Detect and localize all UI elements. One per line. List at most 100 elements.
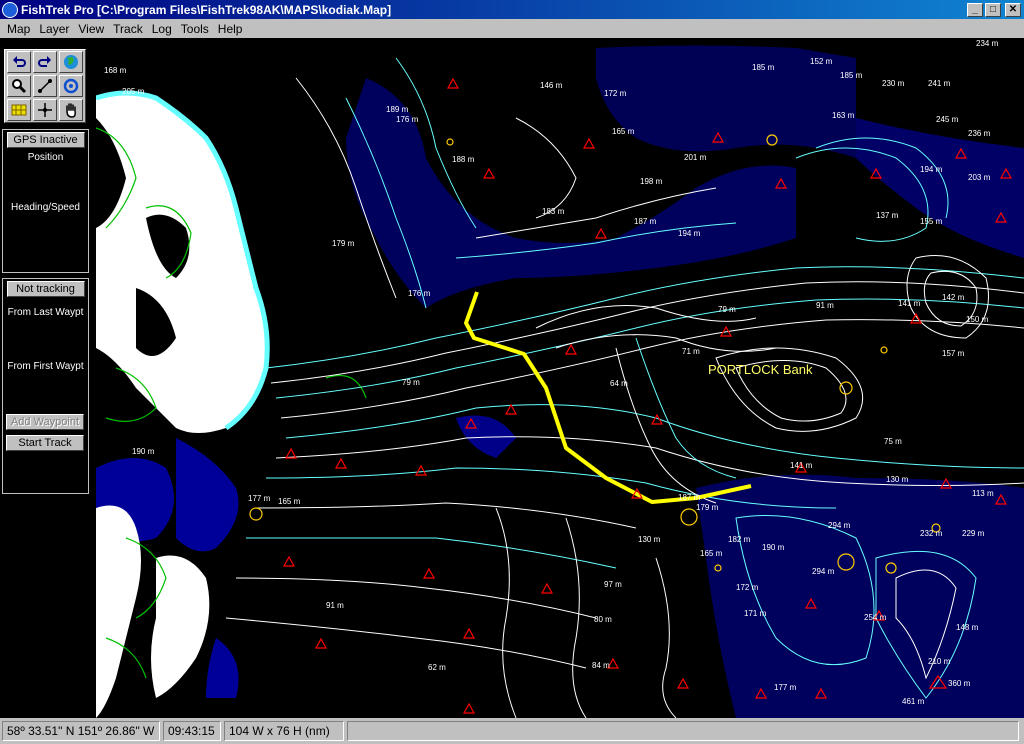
depth-label: 176 m	[396, 115, 419, 124]
depth-label: 189 m	[386, 105, 409, 114]
depth-label: 130 m	[638, 535, 661, 544]
add-waypoint-button[interactable]: Add Waypoint	[6, 414, 84, 430]
depth-label: 146 m	[540, 81, 563, 90]
gps-status-button[interactable]: GPS Inactive	[6, 132, 85, 148]
window-title: FishTrek Pro [C:\Program Files\FishTrek9…	[21, 2, 392, 17]
depth-label: 187 m	[678, 493, 701, 502]
depth-label: 172 m	[604, 89, 627, 98]
bathymetry-map[interactable]: 168 m 205 m 189 m 176 m 146 m 172 m 185 …	[96, 38, 1024, 718]
depth-label: 194 m	[678, 229, 701, 238]
measure-tool[interactable]	[33, 75, 57, 97]
depth-label: 177 m	[248, 494, 271, 503]
depth-label: 91 m	[816, 301, 834, 310]
depth-label: 187 m	[634, 217, 657, 226]
menu-track[interactable]: Track	[110, 22, 149, 36]
globe-tool[interactable]	[59, 51, 83, 73]
app-icon[interactable]	[2, 1, 18, 18]
track-line[interactable]	[464, 291, 752, 504]
depth-label: 198 m	[640, 177, 663, 186]
menu-help[interactable]: Help	[215, 22, 249, 36]
title-bar: FishTrek Pro [C:\Program Files\FishTrek9…	[0, 0, 1024, 19]
depth-label: 210 m	[928, 657, 951, 666]
depth-label: 201 m	[684, 153, 707, 162]
depth-label: 152 m	[810, 57, 833, 66]
depth-label: 91 m	[326, 601, 344, 610]
crosshair-icon	[38, 103, 52, 117]
depth-label: 230 m	[882, 79, 905, 88]
depth-label: 141 m	[790, 461, 813, 470]
measure-icon	[38, 79, 52, 93]
depth-label: 142 m	[942, 293, 965, 302]
depth-label: 461 m	[902, 697, 925, 706]
menu-view[interactable]: View	[75, 22, 110, 36]
extent-readout: 104 W x 76 H (nm)	[224, 721, 344, 741]
pan-tool[interactable]	[59, 99, 83, 121]
depth-label: 148 m	[956, 623, 979, 632]
depth-label: 79 m	[718, 305, 736, 314]
grid-icon	[11, 104, 27, 116]
zoom-in-icon	[12, 79, 27, 94]
depth-label: 241 m	[928, 79, 951, 88]
depth-label: 294 m	[828, 521, 851, 530]
depth-label: 254 m	[864, 613, 887, 622]
refresh-icon	[63, 78, 79, 94]
depth-label: 205 m	[122, 87, 145, 96]
depth-label: 171 m	[744, 609, 767, 618]
depth-label: 190 m	[132, 447, 155, 456]
menu-bar: Map Layer View Track Log Tools Help	[0, 19, 1024, 38]
depth-label: 294 m	[812, 567, 835, 576]
from-first-waypoint-label: From First Waypt	[7, 361, 84, 372]
depth-label: 229 m	[962, 529, 985, 538]
depth-label: 75 m	[884, 437, 902, 446]
menu-layer[interactable]: Layer	[36, 22, 75, 36]
depth-label: 360 m	[948, 679, 971, 688]
depth-label: 245 m	[936, 115, 959, 124]
portlock-bank-label: PORTLOCK Bank	[708, 362, 813, 377]
position-label: Position	[27, 152, 64, 163]
depth-label: 179 m	[696, 503, 719, 512]
menu-tools[interactable]: Tools	[178, 22, 215, 36]
crosshair-tool[interactable]	[33, 99, 57, 121]
depth-label: 232 m	[920, 529, 943, 538]
start-track-button[interactable]: Start Track	[6, 435, 84, 451]
minimize-button[interactable]: _	[967, 2, 983, 17]
toolbox	[4, 49, 86, 123]
undo-tool[interactable]	[7, 51, 31, 73]
globe-icon	[64, 55, 78, 69]
left-panel: GPS Inactive Position Heading/Speed Not …	[0, 38, 96, 718]
depth-label: 165 m	[612, 127, 635, 136]
depth-label: 179 m	[332, 239, 355, 248]
status-bar: 58º 33.51" N 151º 26.86" W 09:43:15 104 …	[0, 718, 1024, 744]
zoom-tool[interactable]	[7, 75, 31, 97]
depth-label: 80 m	[594, 615, 612, 624]
undo-icon	[13, 56, 26, 67]
redo-tool[interactable]	[33, 51, 57, 73]
maximize-button[interactable]: □	[985, 2, 1001, 17]
grid-tool[interactable]	[7, 99, 31, 121]
depth-label: 84 m	[592, 661, 610, 670]
close-button[interactable]: ✕	[1005, 2, 1021, 17]
depth-label: 236 m	[968, 129, 991, 138]
depth-label: 190 m	[762, 543, 785, 552]
depth-label: 71 m	[682, 347, 700, 356]
map-view[interactable]: 168 m 205 m 189 m 176 m 146 m 172 m 185 …	[96, 38, 1024, 718]
depth-label: 182 m	[728, 535, 751, 544]
depth-label: 165 m	[700, 549, 723, 558]
depth-label: 176 m	[408, 289, 431, 298]
gps-panel: GPS Inactive Position Heading/Speed	[2, 129, 89, 273]
status-spacer	[347, 721, 1019, 741]
depth-label: 130 m	[886, 475, 909, 484]
depth-label: 137 m	[876, 211, 899, 220]
depth-label: 185 m	[752, 63, 775, 72]
depth-label: 141 m	[898, 299, 921, 308]
depth-label: 168 m	[104, 66, 127, 75]
depth-label: 79 m	[402, 378, 420, 387]
tracking-status-button[interactable]: Not tracking	[6, 281, 85, 297]
refresh-tool[interactable]	[59, 75, 83, 97]
heading-speed-label: Heading/Speed	[11, 202, 80, 213]
menu-map[interactable]: Map	[4, 22, 36, 36]
depth-label: 150 m	[966, 315, 989, 324]
depth-label: 163 m	[832, 111, 855, 120]
position-readout: 58º 33.51" N 151º 26.86" W	[2, 721, 160, 741]
menu-log[interactable]: Log	[149, 22, 178, 36]
